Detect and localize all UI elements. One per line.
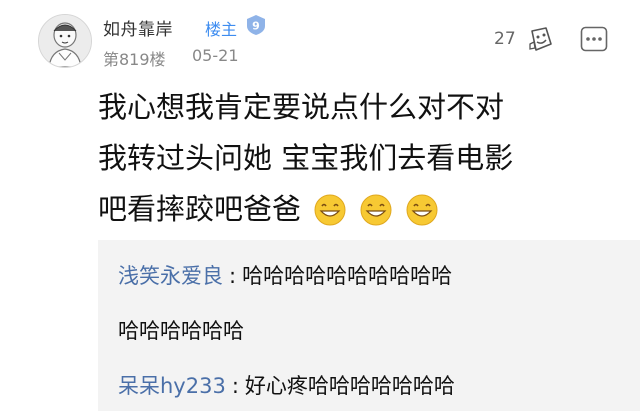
avatar[interactable] xyxy=(38,14,92,68)
reply-text: 好心疼哈哈哈哈哈哈哈 xyxy=(244,374,455,398)
reply-separator: : xyxy=(231,374,239,398)
more-options-icon[interactable] xyxy=(580,26,608,52)
floor-number: 第819楼 xyxy=(103,50,166,69)
reply-text: 哈哈哈哈哈哈哈哈哈哈 xyxy=(242,264,453,288)
level-number: 9 xyxy=(252,20,260,33)
grin-emoji-icon xyxy=(360,194,392,225)
level-badge: 9 xyxy=(245,14,267,36)
reply-list: 浅笑永爱良: 哈哈哈哈哈哈哈哈哈哈 哈哈哈哈哈哈 呆呆hy233: 好心疼哈哈哈哈哈… xyxy=(98,240,640,411)
post-line: 吧看摔跤吧爸爸 xyxy=(98,184,618,235)
reply-username[interactable]: 呆呆hy233 xyxy=(118,374,226,398)
post-line-text: 我心想我肯定要说点什么对不对 xyxy=(98,90,505,124)
like-emoji-icon[interactable] xyxy=(524,24,554,54)
avatar-illustration xyxy=(39,15,91,67)
author-name[interactable]: 如舟靠岸 xyxy=(103,15,173,40)
post-line-text: 吧看摔跤吧爸爸 xyxy=(98,192,302,226)
reply-text-continuation: 哈哈哈哈哈哈 xyxy=(118,319,244,343)
post-line-text: 我转过头问她 宝宝我们去看电影 xyxy=(98,141,514,175)
reply-username[interactable]: 浅笑永爱良 xyxy=(118,264,223,288)
reply-item[interactable]: 呆呆hy233: 好心疼哈哈哈哈哈哈哈 xyxy=(118,370,455,400)
post-date: 05-21 xyxy=(192,46,239,65)
post-content: 我心想我肯定要说点什么对不对 我转过头问她 宝宝我们去看电影 吧看摔跤吧爸爸 xyxy=(98,82,618,235)
post-page: 如舟靠岸 楼主 9 第819楼 05-21 27 我心想我肯定要说点什么对不对 … xyxy=(0,0,640,411)
grin-emoji-icon xyxy=(406,194,438,225)
post-line: 我心想我肯定要说点什么对不对 xyxy=(98,82,618,133)
like-count: 27 xyxy=(494,29,516,49)
post-line: 我转过头问她 宝宝我们去看电影 xyxy=(98,133,618,184)
owner-badge: 楼主 xyxy=(205,20,238,39)
grin-emoji-icon xyxy=(314,194,346,225)
reply-separator: : xyxy=(229,264,237,288)
level-shield-icon: 9 xyxy=(247,15,265,35)
post-header: 如舟靠岸 楼主 9 第819楼 05-21 27 xyxy=(0,0,640,82)
reply-item[interactable]: 浅笑永爱良: 哈哈哈哈哈哈哈哈哈哈 xyxy=(118,260,452,290)
